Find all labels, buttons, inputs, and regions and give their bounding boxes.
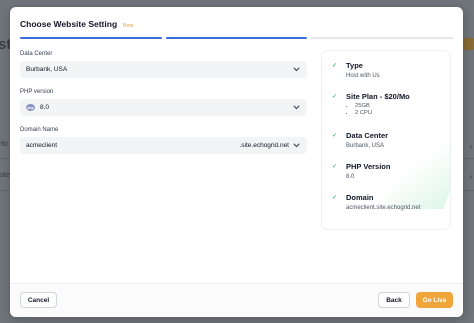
summary-php-version-value: 8.0 bbox=[346, 174, 355, 180]
domain-name-label: Domain Name bbox=[20, 127, 59, 133]
summary-type-value: Host with Us bbox=[346, 73, 380, 79]
step-progress bbox=[20, 37, 454, 40]
site-plan-features: 25GB 2 CPU bbox=[346, 103, 410, 116]
summary-domain-value: acmeclient.site.echogrid.net bbox=[346, 205, 421, 211]
back-button[interactable]: Back bbox=[378, 292, 410, 308]
summary-domain-title: Domain bbox=[346, 193, 374, 202]
progress-step-3 bbox=[311, 37, 454, 39]
data-center-label: Data Center bbox=[20, 51, 53, 57]
check-icon: ✓ bbox=[332, 63, 338, 69]
beta-badge: Beta bbox=[123, 23, 134, 29]
check-icon: ✓ bbox=[332, 164, 338, 170]
progress-step-1 bbox=[20, 37, 162, 39]
site-plan-feature: 2 CPU bbox=[355, 110, 410, 116]
modal-header: Choose Website Setting Beta bbox=[20, 19, 133, 29]
background-row-text: site bbox=[0, 172, 10, 179]
chevron-right-icon: › bbox=[469, 142, 472, 151]
go-live-button[interactable]: Go Live bbox=[416, 292, 453, 308]
check-icon: ✓ bbox=[332, 133, 338, 139]
domain-suffix: .site.echogrid.net bbox=[239, 142, 289, 149]
summary-type-title: Type bbox=[346, 61, 363, 70]
modal-footer: Cancel Back Go Live bbox=[10, 283, 463, 317]
summary-panel: ✓ Type Host with Us ✓ Site Plan - $20/Mo… bbox=[322, 51, 450, 229]
php-version-label: PHP version bbox=[20, 89, 54, 95]
summary-data-center-title: Data Center bbox=[346, 131, 389, 140]
summary-data-center-value: Burbank, USA bbox=[346, 143, 385, 149]
data-center-select[interactable]: Burbank, USA bbox=[20, 61, 307, 78]
summary-type: ✓ Type Host with Us bbox=[332, 61, 380, 79]
summary-php-version: ✓ PHP Version 8.0 bbox=[332, 162, 390, 180]
summary-php-version-title: PHP Version bbox=[346, 162, 391, 171]
chevron-down-icon bbox=[291, 103, 301, 113]
chevron-down-icon bbox=[291, 65, 301, 75]
settings-form: Data Center Burbank, USA PHP version php… bbox=[20, 51, 307, 165]
progress-step-2 bbox=[165, 37, 308, 39]
chevron-down-icon[interactable] bbox=[291, 141, 301, 151]
summary-data-center: ✓ Data Center Burbank, USA bbox=[332, 131, 388, 149]
cancel-button[interactable]: Cancel bbox=[20, 292, 57, 308]
background-button-fragment bbox=[462, 38, 474, 50]
background-row-text: rfic bbox=[0, 141, 9, 148]
chevron-right-icon: › bbox=[469, 172, 472, 181]
summary-site-plan-title: Site Plan - $20/Mo bbox=[346, 92, 410, 101]
check-icon: ✓ bbox=[332, 94, 338, 100]
php-icon: php bbox=[26, 104, 35, 111]
domain-name-input[interactable] bbox=[26, 138, 146, 153]
modal-title: Choose Website Setting bbox=[20, 19, 118, 29]
php-version-value: 8.0 bbox=[40, 104, 50, 111]
data-center-value: Burbank, USA bbox=[26, 66, 68, 73]
php-version-select[interactable]: php 8.0 bbox=[20, 99, 307, 116]
check-icon: ✓ bbox=[332, 195, 338, 201]
website-setting-modal: Choose Website Setting Beta Data Center … bbox=[10, 7, 463, 317]
domain-name-field: .site.echogrid.net bbox=[20, 137, 307, 154]
summary-domain: ✓ Domain acmeclient.site.echogrid.net bbox=[332, 193, 420, 211]
summary-site-plan: ✓ Site Plan - $20/Mo 25GB 2 CPU bbox=[332, 92, 410, 116]
site-plan-feature: 25GB bbox=[355, 103, 410, 109]
